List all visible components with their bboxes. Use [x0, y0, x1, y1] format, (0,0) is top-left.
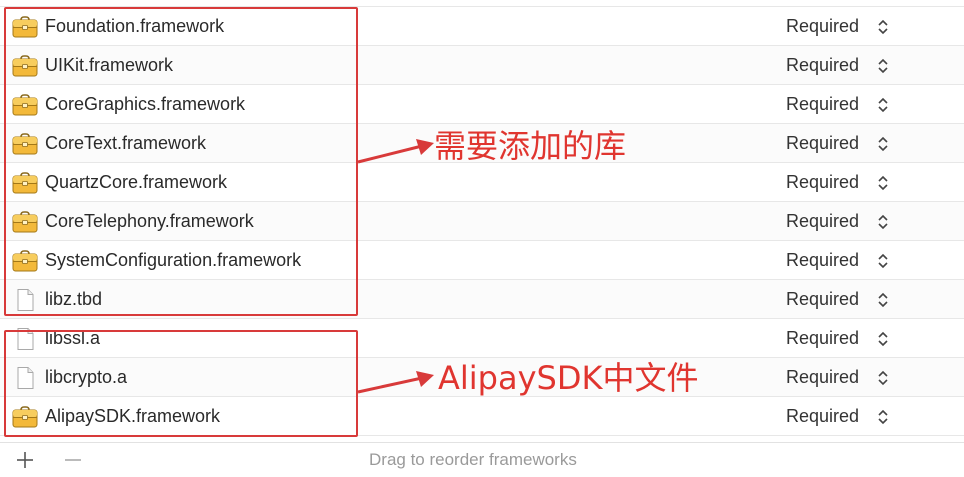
status-popup[interactable]: Required — [786, 397, 859, 436]
status-popup[interactable]: Required — [786, 202, 859, 241]
reorder-hint: Drag to reorder frameworks — [369, 450, 577, 469]
alipay-files-annotation: AlipaySDK中文件 — [438, 359, 699, 397]
arrow-icon — [357, 139, 434, 164]
status-popup[interactable]: Required — [786, 241, 859, 280]
updown-chevron-icon[interactable] — [876, 251, 890, 271]
status-popup[interactable]: Required — [786, 7, 859, 46]
updown-chevron-icon[interactable] — [876, 407, 890, 427]
updown-chevron-icon[interactable] — [876, 17, 890, 37]
status-popup[interactable]: Required — [786, 46, 859, 85]
status-popup[interactable]: Required — [786, 319, 859, 358]
updown-chevron-icon[interactable] — [876, 290, 890, 310]
status-popup[interactable]: Required — [786, 358, 859, 397]
plus-icon[interactable] — [14, 450, 36, 470]
updown-chevron-icon[interactable] — [876, 56, 890, 76]
updown-chevron-icon[interactable] — [876, 134, 890, 154]
updown-chevron-icon[interactable] — [876, 95, 890, 115]
minus-icon[interactable] — [62, 450, 84, 470]
required-libs-annotation: 需要添加的库 — [434, 127, 627, 165]
list-footer: Drag to reorder frameworks — [0, 442, 964, 475]
status-popup[interactable]: Required — [786, 163, 859, 202]
updown-chevron-icon[interactable] — [876, 212, 890, 232]
updown-chevron-icon[interactable] — [876, 329, 890, 349]
updown-chevron-icon[interactable] — [876, 368, 890, 388]
updown-chevron-icon[interactable] — [876, 173, 890, 193]
status-popup[interactable]: Required — [786, 280, 859, 319]
arrow-icon — [357, 371, 434, 394]
status-popup[interactable]: Required — [786, 124, 859, 163]
list-top-border — [0, 0, 964, 7]
required-libs-highlight-box — [4, 7, 358, 316]
alipay-files-highlight-box — [4, 330, 358, 437]
status-popup[interactable]: Required — [786, 85, 859, 124]
